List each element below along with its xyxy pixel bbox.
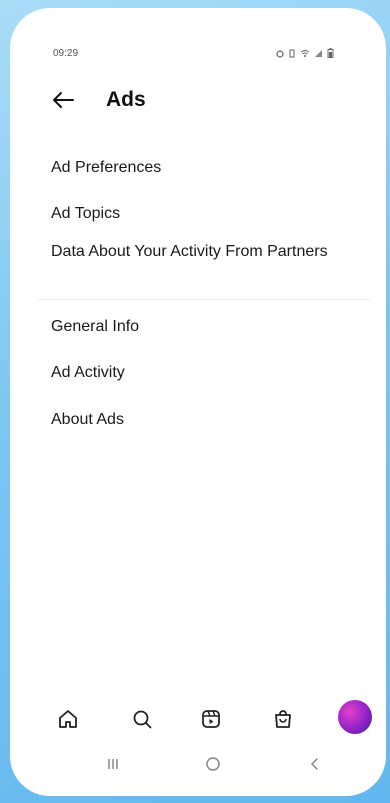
profile-avatar[interactable] <box>338 700 372 734</box>
menu-item-ad-preferences[interactable]: Ad Preferences <box>51 159 356 176</box>
menu-item-ad-activity[interactable]: Ad Activity <box>51 364 356 381</box>
system-nav <box>10 750 386 778</box>
search-icon <box>133 710 152 729</box>
header: Ads <box>10 82 386 118</box>
home-icon <box>59 710 77 728</box>
nav-search-button[interactable] <box>127 704 157 734</box>
section-divider <box>38 299 370 300</box>
menu-item-ad-topics[interactable]: Ad Topics <box>51 205 356 222</box>
system-home-button[interactable] <box>198 752 228 776</box>
bottom-nav <box>10 700 386 740</box>
menu-item-about-ads[interactable]: About Ads <box>51 411 356 428</box>
battery-icon <box>327 48 334 58</box>
back-button[interactable] <box>50 88 76 112</box>
menu-item-data-about-activity[interactable]: Data About Your Activity From Partners <box>51 244 341 260</box>
wifi-icon <box>300 49 310 57</box>
alarm-icon <box>276 49 284 58</box>
status-time: 09:29 <box>53 48 79 59</box>
nav-reels-button[interactable] <box>196 704 226 734</box>
vibrate-icon <box>289 49 295 57</box>
status-icons <box>276 48 334 58</box>
back-chevron-icon <box>310 758 318 770</box>
status-bar <box>10 8 386 48</box>
nav-shop-button[interactable] <box>268 704 298 734</box>
system-back-button[interactable] <box>300 752 330 776</box>
home-circle-icon <box>206 757 220 771</box>
signal-icon <box>315 49 322 57</box>
page-title: Ads <box>106 88 146 111</box>
recents-icon <box>108 759 118 769</box>
recents-button[interactable] <box>98 752 128 776</box>
menu-item-general-info[interactable]: General Info <box>51 318 356 335</box>
nav-home-button[interactable] <box>53 704 83 734</box>
phone-screen: 09:29 Ads Ad Preferences Ad Topics Data … <box>10 8 386 796</box>
arrow-left-icon <box>53 92 74 108</box>
reels-icon <box>202 710 220 728</box>
shop-icon <box>275 710 291 728</box>
